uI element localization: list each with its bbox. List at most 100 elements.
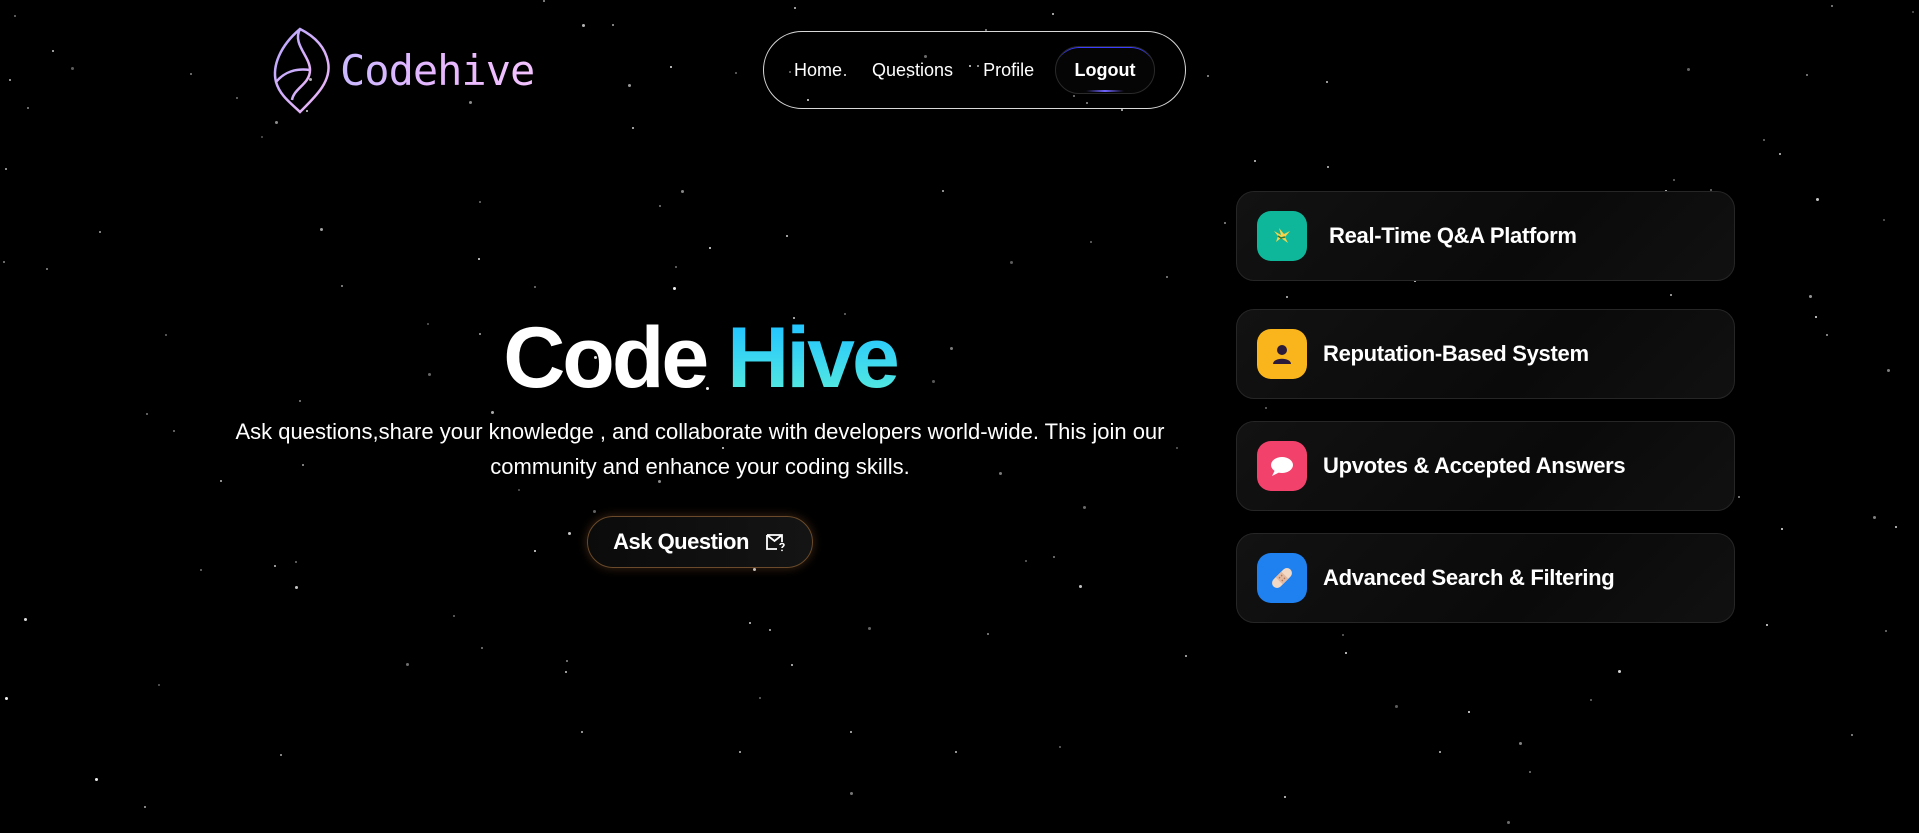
star-dot bbox=[1809, 295, 1812, 298]
star-dot bbox=[1670, 294, 1672, 296]
star-dot bbox=[1166, 276, 1168, 278]
star-dot bbox=[200, 569, 202, 571]
star-dot bbox=[1439, 751, 1441, 753]
star-dot bbox=[1887, 369, 1890, 372]
brand-logo[interactable]: Codehive bbox=[270, 26, 535, 114]
star-dot bbox=[1053, 556, 1055, 558]
bird-icon bbox=[1257, 211, 1307, 261]
ask-question-button[interactable]: Ask Question bbox=[587, 516, 813, 568]
star-dot bbox=[709, 247, 711, 249]
hero-section: Code Hive Ask questions,share your knowl… bbox=[220, 310, 1180, 568]
star-dot bbox=[670, 66, 672, 68]
star-dot bbox=[1815, 316, 1817, 318]
star-dot bbox=[71, 67, 74, 70]
star-dot bbox=[1895, 526, 1897, 528]
star-dot bbox=[1851, 734, 1853, 736]
star-dot bbox=[146, 413, 148, 415]
star-dot bbox=[632, 127, 634, 129]
leaf-logo-icon bbox=[273, 27, 330, 114]
chat-bubble-icon bbox=[1257, 441, 1307, 491]
star-dot bbox=[612, 24, 614, 26]
star-dot bbox=[1326, 81, 1328, 83]
star-dot bbox=[274, 565, 276, 567]
star-dot bbox=[1079, 585, 1082, 588]
star-dot bbox=[1831, 5, 1833, 7]
star-dot bbox=[735, 72, 737, 74]
star-dot bbox=[261, 136, 263, 138]
star-dot bbox=[144, 806, 146, 808]
hero-description: Ask questions,share your knowledge , and… bbox=[235, 419, 1165, 479]
star-dot bbox=[1090, 241, 1092, 243]
star-dot bbox=[1468, 711, 1470, 713]
nav-profile-link[interactable]: Profile bbox=[983, 60, 1034, 81]
star-dot bbox=[681, 190, 684, 193]
star-dot bbox=[791, 664, 793, 666]
star-dot bbox=[1327, 166, 1329, 168]
star-dot bbox=[769, 629, 771, 631]
star-dot bbox=[95, 778, 98, 781]
star-dot bbox=[1687, 68, 1690, 71]
star-dot bbox=[236, 97, 238, 99]
feature-card-upvotes[interactable]: Upvotes & Accepted Answers bbox=[1236, 421, 1735, 511]
star-dot bbox=[739, 751, 741, 753]
nav-questions-link[interactable]: Questions bbox=[872, 60, 953, 81]
star-dot bbox=[165, 334, 167, 336]
star-dot bbox=[1286, 296, 1288, 298]
star-dot bbox=[543, 0, 545, 2]
star-dot bbox=[1806, 74, 1808, 76]
mail-question-icon bbox=[766, 534, 785, 552]
logout-button[interactable]: Logout bbox=[1055, 46, 1155, 94]
star-dot bbox=[1779, 153, 1781, 155]
star-dot bbox=[1873, 516, 1876, 519]
star-dot bbox=[794, 7, 796, 9]
feature-card-search[interactable]: Advanced Search & Filtering bbox=[1236, 533, 1735, 623]
star-dot bbox=[1010, 261, 1013, 264]
star-dot bbox=[27, 107, 29, 109]
star-dot bbox=[158, 684, 160, 686]
star-dot bbox=[295, 586, 298, 589]
star-dot bbox=[1059, 746, 1061, 748]
star-dot bbox=[534, 550, 536, 552]
star-dot bbox=[479, 201, 481, 203]
feature-card-realtime-qa[interactable]: Real-Time Q&A Platform bbox=[1236, 191, 1735, 281]
star-dot bbox=[565, 671, 567, 673]
star-dot bbox=[1519, 742, 1522, 745]
star-dot bbox=[749, 622, 751, 624]
star-dot bbox=[1507, 821, 1510, 824]
star-dot bbox=[518, 489, 520, 491]
feature-card-reputation[interactable]: Reputation-Based System bbox=[1236, 309, 1735, 399]
star-dot bbox=[942, 190, 944, 192]
star-dot bbox=[850, 792, 853, 795]
star-dot bbox=[868, 627, 871, 630]
hero-title-code: Code bbox=[503, 310, 709, 406]
star-dot bbox=[3, 261, 5, 263]
star-dot bbox=[753, 568, 756, 571]
nav-home-link[interactable]: Home bbox=[794, 60, 842, 81]
star-dot bbox=[1529, 771, 1531, 773]
star-dot bbox=[534, 286, 536, 288]
star-dot bbox=[275, 121, 278, 124]
star-dot bbox=[1207, 75, 1209, 77]
feature-label: Upvotes & Accepted Answers bbox=[1323, 453, 1626, 478]
star-dot bbox=[52, 50, 54, 52]
star-dot bbox=[1738, 496, 1740, 498]
hero-title: Code Hive bbox=[220, 310, 1180, 406]
star-dot bbox=[850, 731, 852, 733]
star-dot bbox=[582, 24, 585, 27]
star-dot bbox=[295, 561, 297, 563]
star-dot bbox=[1083, 506, 1086, 509]
star-dot bbox=[1816, 198, 1819, 201]
star-dot bbox=[1265, 407, 1267, 409]
star-dot bbox=[1025, 560, 1027, 562]
feature-label: Reputation-Based System bbox=[1323, 341, 1589, 366]
star-dot bbox=[478, 258, 480, 260]
star-dot bbox=[1342, 634, 1344, 636]
star-dot bbox=[659, 205, 661, 207]
star-dot bbox=[24, 618, 27, 621]
star-dot bbox=[341, 285, 343, 287]
star-dot bbox=[628, 84, 631, 87]
star-dot bbox=[453, 615, 455, 617]
star-dot bbox=[1912, 11, 1914, 13]
star-dot bbox=[1885, 630, 1887, 632]
star-dot bbox=[759, 697, 761, 699]
